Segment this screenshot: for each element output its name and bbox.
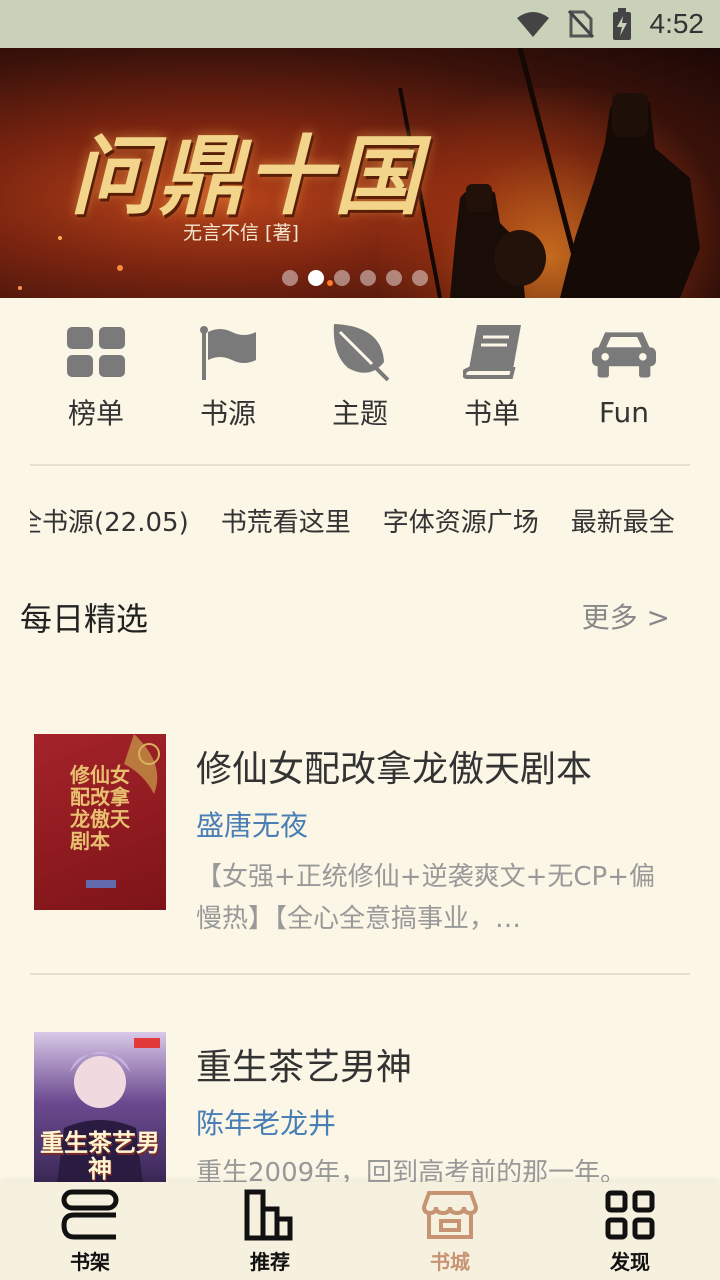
nav-label: 书城 <box>430 1249 470 1274</box>
recommend-icon <box>240 1188 300 1242</box>
banner-dot-active[interactable] <box>308 270 324 286</box>
nav-label: 推荐 <box>250 1249 290 1274</box>
book-author[interactable]: 陈年老龙井 <box>196 1102 336 1142</box>
category-label: 书单 <box>463 397 520 430</box>
grid-icon <box>64 322 128 382</box>
nav-label: 书架 <box>70 1249 110 1274</box>
cover-title: 修仙女配改拿龙傲天剧本 <box>70 763 130 853</box>
category-sources[interactable]: 书源 <box>162 322 294 432</box>
category-label: Fun <box>598 396 650 429</box>
book-description: 重生2009年，回到高考前的那一年。 <box>196 1158 627 1182</box>
bottom-navigation: 书架 推荐 书城 发现 <box>0 1182 720 1280</box>
book-author[interactable]: 盛唐无夜 <box>196 804 308 844</box>
category-row: 榜单 书源 主题 书单 Fun <box>30 322 690 432</box>
book-item[interactable]: 重生茶艺男神 重生茶艺男神 陈年老龙井 重生2009年，回到高考前的那一年。 <box>34 1032 690 1182</box>
tag-scroller[interactable]: 全书源(22.05) 书荒看这里 字体资源广场 最新最全 <box>30 498 690 542</box>
status-time: 4:52 <box>649 8 705 39</box>
category-rankings[interactable]: 榜单 <box>30 322 162 432</box>
book-title[interactable]: 修仙女配改拿龙傲天剧本 <box>196 740 592 792</box>
flag-icon <box>196 322 260 382</box>
nav-bookstore[interactable]: 书城 <box>360 1188 540 1275</box>
book-item[interactable]: 修仙女配改拿龙傲天剧本 修仙女配改拿龙傲天剧本 盛唐无夜 【女强+正统修仙+逆袭… <box>34 734 690 934</box>
banner-pagination <box>282 270 428 286</box>
divider <box>30 464 690 466</box>
nav-recommend[interactable]: 推荐 <box>180 1188 360 1275</box>
bookshelf-icon <box>60 1188 120 1242</box>
wifi-icon <box>516 10 550 38</box>
category-label: 榜单 <box>67 397 124 430</box>
banner-book-title: 问鼎十国 <box>70 126 422 227</box>
banner-book-author: 无言不信 [著] <box>183 222 299 244</box>
book-cover[interactable]: 修仙女配改拿龙傲天剧本 <box>34 734 166 910</box>
section-title: 每日精选 <box>20 600 149 638</box>
bookstore-icon <box>420 1188 480 1242</box>
tag-item[interactable]: 全书源(22.05) <box>30 502 189 539</box>
book-description: 【女强+正统修仙+逆袭爽文+无CP+偏慢热】【全心全意搞事业，… <box>196 862 655 934</box>
book-cover[interactable]: 重生茶艺男神 <box>34 1032 166 1182</box>
book-title[interactable]: 重生茶艺男神 <box>196 1038 412 1090</box>
category-label: 书源 <box>199 397 256 430</box>
discover-icon <box>600 1188 660 1242</box>
category-fun[interactable]: Fun <box>558 322 690 432</box>
category-booklists[interactable]: 书单 <box>426 322 558 432</box>
banner-dot[interactable] <box>282 270 298 286</box>
divider <box>30 973 690 975</box>
leaf-icon <box>328 322 392 382</box>
book-icon <box>460 322 524 382</box>
battery-charging-icon <box>612 8 632 40</box>
banner-dot[interactable] <box>334 270 350 286</box>
no-sim-icon <box>567 9 594 39</box>
banner-dot[interactable] <box>360 270 376 286</box>
banner-dot[interactable] <box>386 270 402 286</box>
more-link[interactable]: 更多 > <box>582 596 670 636</box>
tag-item[interactable]: 书荒看这里 <box>221 502 351 539</box>
category-themes[interactable]: 主题 <box>294 322 426 432</box>
car-icon <box>592 322 656 386</box>
category-label: 主题 <box>331 397 388 430</box>
banner-dot[interactable] <box>412 270 428 286</box>
tag-item[interactable]: 字体资源广场 <box>383 502 539 539</box>
nav-bookshelf[interactable]: 书架 <box>0 1188 180 1275</box>
cover-title: 重生茶艺男神 <box>40 1128 160 1182</box>
status-bar: 4:52 <box>0 0 720 48</box>
nav-discover[interactable]: 发现 <box>540 1188 720 1275</box>
nav-label: 发现 <box>610 1249 650 1274</box>
featured-banner[interactable]: 问鼎十国 无言不信 [著] <box>0 48 720 298</box>
tag-item[interactable]: 最新最全 <box>571 502 675 539</box>
